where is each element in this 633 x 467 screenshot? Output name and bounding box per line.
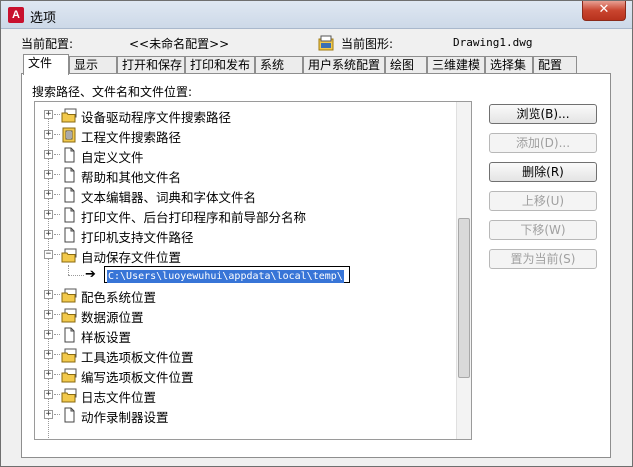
tree-item-label: 动作录制器设置 bbox=[81, 410, 169, 425]
tab-user-preferences[interactable]: 用户系统配置 bbox=[303, 56, 385, 74]
tab-plot-publish[interactable]: 打印和发布 bbox=[185, 56, 255, 74]
remove-button[interactable]: 删除(R) bbox=[489, 162, 597, 182]
tree-item-label: 样板设置 bbox=[81, 330, 132, 345]
scrollbar-thumb[interactable] bbox=[458, 218, 470, 378]
expand-icon[interactable]: + bbox=[44, 130, 53, 139]
current-drawing-value: Drawing1.dwg bbox=[453, 36, 533, 49]
expand-icon[interactable]: + bbox=[44, 310, 53, 319]
title-bar[interactable]: A 选项 ✕ bbox=[1, 1, 632, 29]
tree-item-tool-palettes[interactable]: + 工具选项板文件位置 bbox=[35, 345, 456, 365]
collapse-icon[interactable]: − bbox=[44, 250, 53, 259]
tree-item-autosave-location[interactable]: − 自动保存文件位置 bbox=[35, 245, 456, 265]
tree-item-authoring-palettes[interactable]: + 编写选项板文件位置 bbox=[35, 365, 456, 385]
drawing-icon bbox=[318, 35, 334, 51]
tree-item-print-files[interactable]: + 打印文件、后台打印程序和前导部分名称 bbox=[35, 205, 456, 225]
tree-content: + 设备驱动程序文件搜索路径 + 工程文件搜索路径 + 自定义文件 + 帮助和其… bbox=[35, 102, 456, 439]
tree-item-label: 工程文件搜索路径 bbox=[81, 130, 182, 145]
add-button[interactable]: 添加(D)... bbox=[489, 133, 597, 153]
tree-child-autosave-path[interactable]: ➔ C:\Users\luoyewuhui\appdata\local\temp… bbox=[35, 265, 456, 285]
document-icon bbox=[61, 327, 77, 343]
tree-item-help-files[interactable]: + 帮助和其他文件名 bbox=[35, 165, 456, 185]
document-icon bbox=[61, 227, 77, 243]
tree-item-label: 设备驱动程序文件搜索路径 bbox=[81, 110, 232, 125]
tab-files[interactable]: 文件 bbox=[23, 54, 69, 75]
tree-item-template-settings[interactable]: + 样板设置 bbox=[35, 325, 456, 345]
expand-icon[interactable]: + bbox=[44, 290, 53, 299]
search-paths-label: 搜索路径、文件名和文件位置: bbox=[32, 85, 193, 99]
expand-icon[interactable]: + bbox=[44, 330, 53, 339]
folder-stack-icon bbox=[61, 387, 77, 403]
move-down-button[interactable]: 下移(W) bbox=[489, 220, 597, 240]
set-current-button[interactable]: 置为当前(S) bbox=[489, 249, 597, 269]
tab-display[interactable]: 显示 bbox=[69, 56, 117, 74]
move-up-button[interactable]: 上移(U) bbox=[489, 191, 597, 211]
tree-item-label: 配色系统位置 bbox=[81, 290, 157, 305]
tree-item-customization[interactable]: + 自定义文件 bbox=[35, 145, 456, 165]
tree-item-log-files[interactable]: + 日志文件位置 bbox=[35, 385, 456, 405]
info-row: 当前配置: <<未命名配置>> 当前图形: Drawing1.dwg bbox=[1, 35, 632, 53]
folder-stack-icon bbox=[61, 107, 77, 123]
tree-item-text-editor[interactable]: + 文本编辑器、词典和字体文件名 bbox=[35, 185, 456, 205]
expand-icon[interactable]: + bbox=[44, 150, 53, 159]
folder-stack-icon bbox=[61, 247, 77, 263]
tree-item-label: 工具选项板文件位置 bbox=[81, 350, 194, 365]
tree-item-label: 帮助和其他文件名 bbox=[81, 170, 182, 185]
current-profile-label: 当前配置: bbox=[21, 37, 74, 51]
current-profile-value: <<未命名配置>> bbox=[129, 37, 230, 51]
document-icon bbox=[61, 147, 77, 163]
tree-item-label: 自动保存文件位置 bbox=[81, 250, 182, 265]
file-paths-tree[interactable]: + 设备驱动程序文件搜索路径 + 工程文件搜索路径 + 自定义文件 + 帮助和其… bbox=[34, 101, 472, 440]
expand-icon[interactable]: + bbox=[44, 210, 53, 219]
expand-icon[interactable]: + bbox=[44, 350, 53, 359]
tab-system[interactable]: 系统 bbox=[255, 56, 303, 74]
expand-icon[interactable]: + bbox=[44, 190, 53, 199]
browse-button[interactable]: 浏览(B)... bbox=[489, 104, 597, 124]
document-icon bbox=[61, 167, 77, 183]
autocad-logo-icon: A bbox=[8, 7, 24, 23]
tree-item-label: 打印文件、后台打印程序和前导部分名称 bbox=[81, 210, 307, 225]
tab-3d-modeling[interactable]: 三维建模 bbox=[427, 56, 485, 74]
tree-item-action-recorder[interactable]: + 动作录制器设置 bbox=[35, 405, 456, 425]
tree-item-label: 编写选项板文件位置 bbox=[81, 370, 194, 385]
folder-stack-icon bbox=[61, 347, 77, 363]
tree-item-printer-support[interactable]: + 打印机支持文件路径 bbox=[35, 225, 456, 245]
tree-item-label: 数据源位置 bbox=[81, 310, 144, 325]
arrow-right-icon: ➔ bbox=[85, 267, 96, 282]
options-dialog: A 选项 ✕ 当前配置: <<未命名配置>> 当前图形: Drawing1.dw… bbox=[0, 0, 633, 467]
document-icon bbox=[61, 207, 77, 223]
autosave-path-input[interactable]: C:\Users\luoyewuhui\appdata\local\temp\ bbox=[104, 266, 350, 283]
autosave-path-value: C:\Users\luoyewuhui\appdata\local\temp\ bbox=[107, 270, 344, 283]
expand-icon[interactable]: + bbox=[44, 390, 53, 399]
tab-drafting[interactable]: 绘图 bbox=[385, 56, 427, 74]
tab-open-save[interactable]: 打开和保存 bbox=[117, 56, 185, 74]
files-panel: 搜索路径、文件名和文件位置: + 设备驱动程序文件搜索路径 + 工程文件搜索路径 bbox=[21, 73, 611, 458]
tree-item-label: 打印机支持文件路径 bbox=[81, 230, 194, 245]
expand-icon[interactable]: + bbox=[44, 230, 53, 239]
close-button[interactable]: ✕ bbox=[582, 1, 626, 21]
window-title: 选项 bbox=[30, 11, 57, 26]
folder-stack-icon bbox=[61, 367, 77, 383]
document-icon bbox=[61, 407, 77, 423]
document-icon bbox=[61, 187, 77, 203]
tree-item-project-files[interactable]: + 工程文件搜索路径 bbox=[35, 125, 456, 145]
expand-icon[interactable]: + bbox=[44, 370, 53, 379]
project-file-icon bbox=[61, 127, 77, 143]
expand-icon[interactable]: + bbox=[44, 410, 53, 419]
folder-stack-icon bbox=[61, 287, 77, 303]
current-drawing-label: 当前图形: bbox=[341, 37, 394, 51]
tree-item-color-book[interactable]: + 配色系统位置 bbox=[35, 285, 456, 305]
tree-item-label: 文本编辑器、词典和字体文件名 bbox=[81, 190, 257, 205]
tree-item-label: 自定义文件 bbox=[81, 150, 144, 165]
expand-icon[interactable]: + bbox=[44, 110, 53, 119]
expand-icon[interactable]: + bbox=[44, 170, 53, 179]
tab-strip: 文件 显示 打开和保存 打印和发布 系统 用户系统配置 绘图 三维建模 选择集 … bbox=[23, 54, 583, 75]
tab-selection[interactable]: 选择集 bbox=[485, 56, 533, 74]
tree-vertical-scrollbar[interactable] bbox=[456, 102, 471, 439]
tab-profiles[interactable]: 配置 bbox=[533, 56, 577, 74]
tree-item-data-sources[interactable]: + 数据源位置 bbox=[35, 305, 456, 325]
tree-item-label: 日志文件位置 bbox=[81, 390, 157, 405]
folder-stack-icon bbox=[61, 307, 77, 323]
tree-item-device-driver[interactable]: + 设备驱动程序文件搜索路径 bbox=[35, 105, 456, 125]
